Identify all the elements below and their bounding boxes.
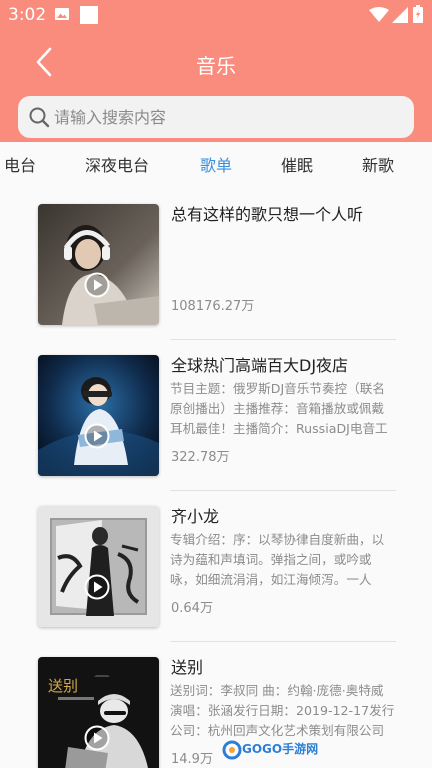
tab-late-night-radio[interactable]: 深夜电台 <box>85 152 149 176</box>
play-count: 108176.27万 <box>171 299 255 314</box>
divider <box>170 641 396 642</box>
tab-radio[interactable]: 电台 <box>4 152 36 176</box>
play-count: 322.78万 <box>171 450 230 465</box>
play-icon[interactable] <box>84 272 110 298</box>
playlist-cover <box>38 204 159 325</box>
list-item[interactable]: 总有这样的歌只想一个人听 108176.27万 <box>0 190 432 340</box>
wifi-icon <box>369 7 389 22</box>
watermark-logo: GOGO手游网 <box>222 738 318 762</box>
playlist-cover <box>38 355 159 476</box>
tab-new-songs[interactable]: 新歌 <box>362 152 394 176</box>
play-icon[interactable] <box>84 423 110 449</box>
search-bar[interactable] <box>18 96 414 138</box>
battery-icon <box>413 5 423 23</box>
play-icon[interactable] <box>84 574 110 600</box>
playlist-title: 齐小龙 <box>171 507 220 526</box>
playlist-title: 送别 <box>171 658 204 677</box>
watermark-text: GOGO手游网 <box>242 742 319 756</box>
divider <box>170 339 396 340</box>
category-tabs: 电台 深夜电台 歌单 催眠 新歌 <box>0 142 432 186</box>
search-icon <box>29 107 50 128</box>
search-input[interactable] <box>54 107 394 127</box>
divider <box>170 490 396 491</box>
playlist-cover: 送别 <box>38 657 159 768</box>
tab-playlist[interactable]: 歌单 <box>200 152 232 176</box>
notification-square-icon <box>80 6 98 24</box>
playlist-description <box>170 228 396 288</box>
playlist-description: 节目主题：俄罗斯DJ音乐节奏控（联名原创播出）主播推荐：音箱播放或佩戴耳机最佳！… <box>170 381 388 436</box>
list-item[interactable]: 齐小龙 专辑介绍：序：以琴协律自度新曲，以诗为蕴和声填词。弹指之间，或吟或咏，如… <box>0 492 432 642</box>
page-title: 音乐 <box>196 54 236 78</box>
play-count: 0.64万 <box>171 601 213 616</box>
playlist-title: 全球热门高端百大DJ夜店 <box>171 356 349 375</box>
playlist-title: 总有这样的歌只想一个人听 <box>171 205 364 224</box>
signal-icon <box>392 7 408 23</box>
playlist-description: 送别词：李叔同 曲：约翰·庞德·奥特威 演唱：张涵发行日期：2019-12-17… <box>170 683 395 738</box>
playlist-cover <box>38 506 159 627</box>
tab-sleep[interactable]: 催眠 <box>281 152 313 176</box>
play-icon[interactable] <box>84 725 110 751</box>
app-header: 3:02 音乐 <box>0 0 432 142</box>
cover-title: 送别 <box>48 677 78 695</box>
play-count: 14.9万 <box>171 752 213 767</box>
list-item[interactable]: 送别 送别 送别词：李叔同 曲：约翰·庞德·奥特威 演唱：张涵发行日期：2019… <box>0 643 432 768</box>
watermark-globe-icon <box>222 740 242 760</box>
status-time: 3:02 <box>8 5 47 25</box>
status-bar: 3:02 <box>0 0 432 32</box>
playlist-description: 专辑介绍：序：以琴协律自度新曲，以诗为蕴和声填词。弹指之间，或吟或咏，如细流涓涓… <box>170 532 385 587</box>
list-item[interactable]: 全球热门高端百大DJ夜店 节目主题：俄罗斯DJ音乐节奏控（联名原创播出）主播推荐… <box>0 341 432 491</box>
gallery-notification-icon <box>55 8 69 20</box>
